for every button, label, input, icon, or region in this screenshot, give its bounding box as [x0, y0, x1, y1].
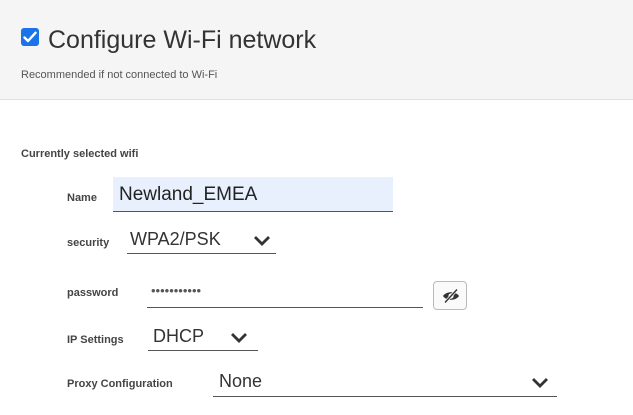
password-underline — [147, 307, 423, 308]
ip-settings-underline — [148, 350, 258, 351]
name-value: Newland_EMEA — [119, 184, 258, 205]
proxy-value: None — [219, 371, 263, 391]
configure-wifi-checkbox[interactable] — [21, 28, 39, 46]
proxy-underline — [213, 396, 557, 397]
security-underline — [127, 253, 276, 254]
header-subtitle: Recommended if not connected to Wi-Fi — [21, 69, 218, 81]
header-title: Configure Wi-Fi network — [48, 26, 317, 54]
name-label: Name — [67, 192, 97, 204]
chevron-down-icon — [532, 378, 548, 388]
toggle-password-visibility-button[interactable] — [433, 281, 467, 310]
wifi-config-header: Configure Wi-Fi network Recommended if n… — [0, 0, 633, 100]
security-value: WPA2/PSK — [130, 229, 221, 249]
password-label: password — [67, 287, 119, 299]
proxy-label: Proxy Configuration — [67, 378, 173, 390]
section-label: Currently selected wifi — [21, 148, 139, 160]
checkmark-icon — [23, 31, 37, 43]
name-field[interactable]: Newland_EMEA — [113, 177, 393, 212]
ip-settings-label: IP Settings — [67, 334, 124, 346]
password-value: ••••••••••• — [151, 283, 202, 298]
chevron-down-icon — [254, 236, 270, 246]
security-label: security — [67, 237, 110, 249]
chevron-down-icon — [231, 333, 247, 343]
eye-slash-icon — [443, 288, 459, 304]
ip-settings-value: DHCP — [153, 326, 205, 346]
